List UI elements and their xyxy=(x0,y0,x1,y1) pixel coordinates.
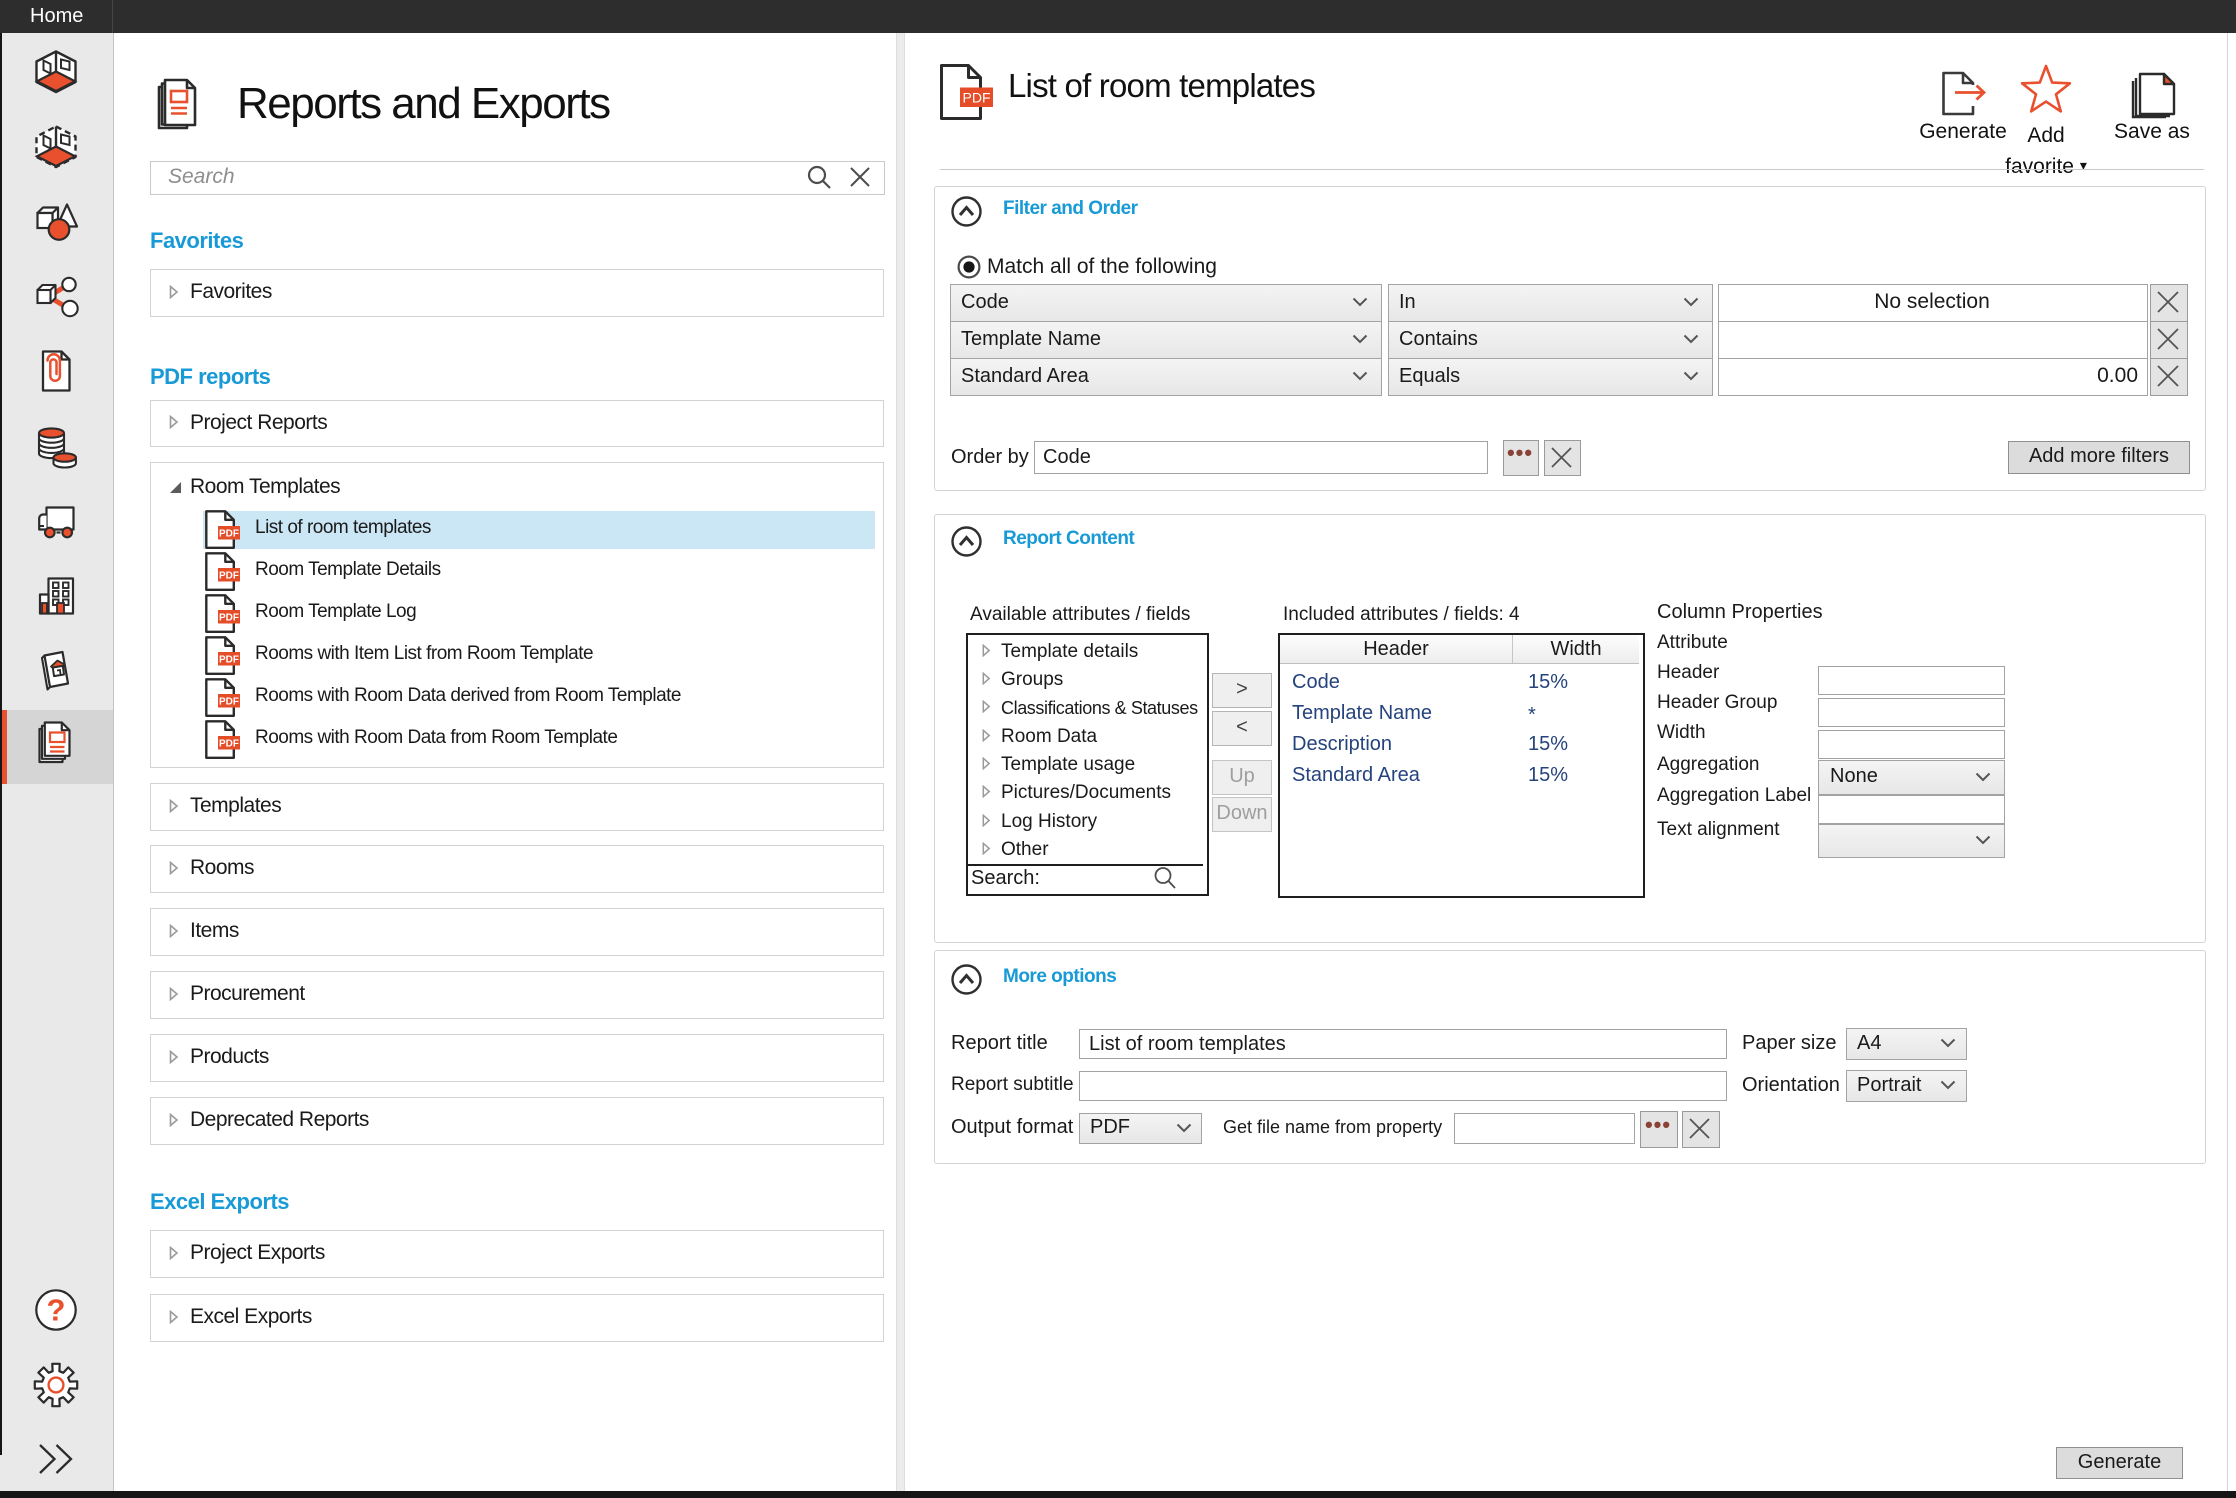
svg-text:?: ? xyxy=(47,1293,66,1328)
svg-text:PDF: PDF xyxy=(219,739,239,750)
svg-text:PDF: PDF xyxy=(219,697,239,708)
svg-text:PDF: PDF xyxy=(219,571,239,582)
svg-text:PDF: PDF xyxy=(219,529,239,540)
svg-text:PDF: PDF xyxy=(219,613,239,624)
svg-text:PDF: PDF xyxy=(963,90,991,106)
svg-text:PDF: PDF xyxy=(219,655,239,666)
